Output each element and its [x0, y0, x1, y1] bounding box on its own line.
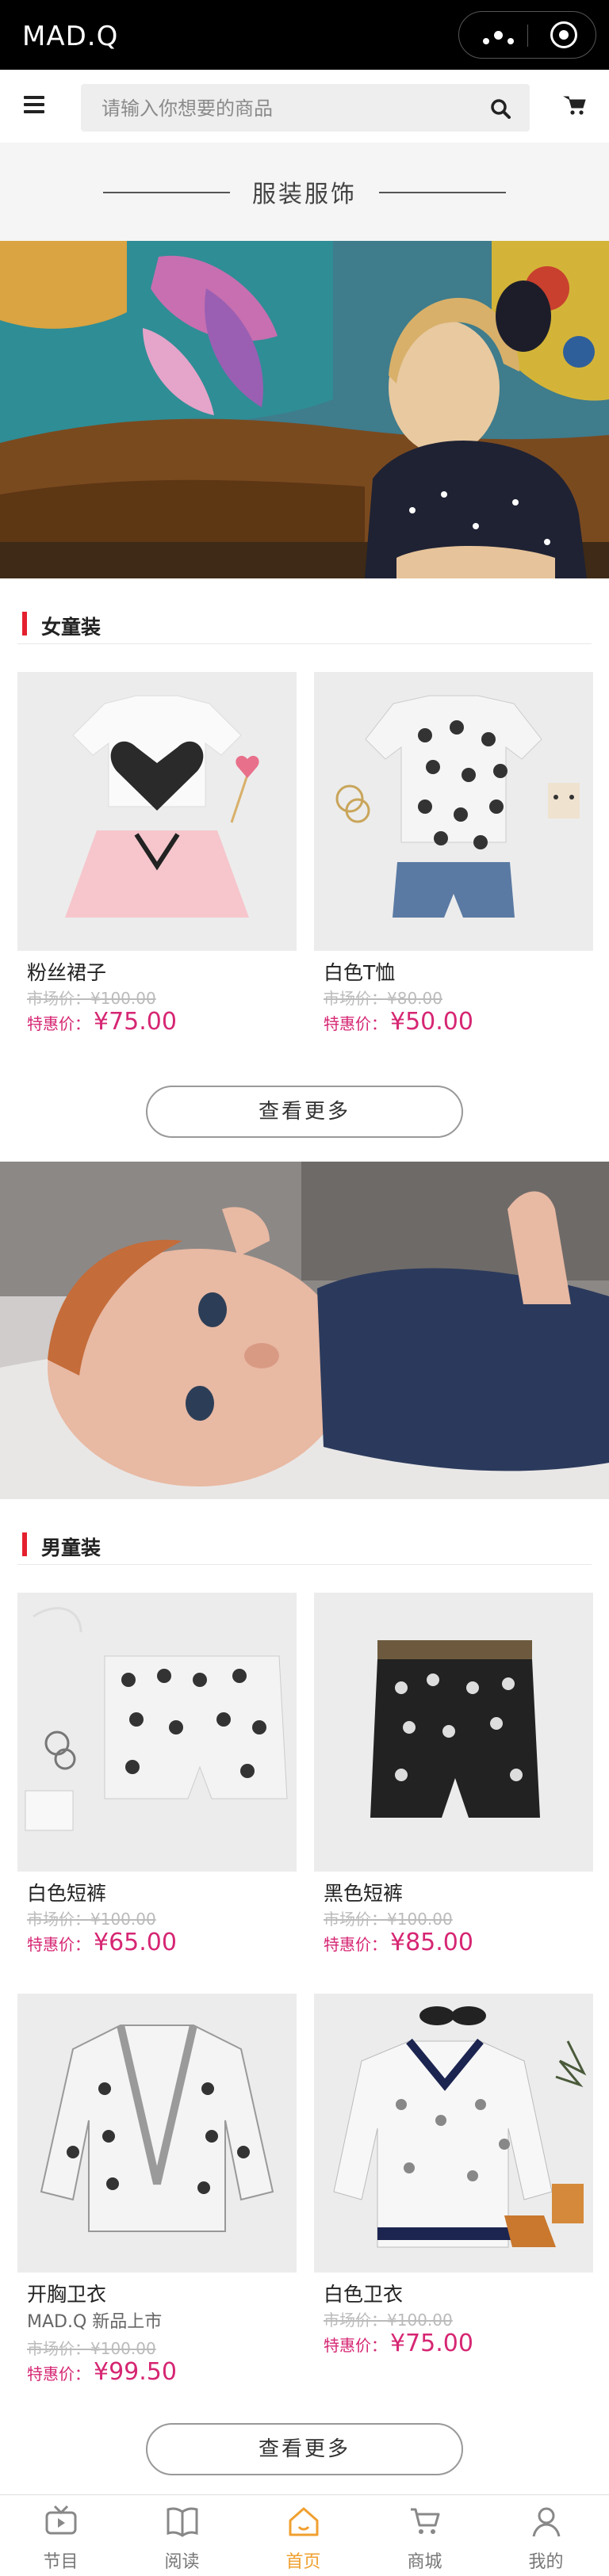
sale-price-label: 特惠价：	[324, 1014, 387, 1033]
banner-boys-image	[0, 1162, 609, 1499]
product-name[interactable]: 开胸卫衣	[27, 2279, 106, 2307]
tv-icon	[45, 2505, 77, 2535]
sale-price-label: 特惠价：	[27, 2364, 90, 2383]
mini-program-capsule	[458, 11, 596, 59]
product-name[interactable]: 白色T恤	[324, 957, 395, 986]
tab-label: 首页	[285, 2552, 321, 2572]
home-icon	[289, 2507, 319, 2536]
tab-label: 阅读	[164, 2552, 200, 2572]
search-input[interactable]	[100, 84, 476, 133]
sale-price: 特惠价： ¥65.00	[27, 1929, 177, 1956]
category-header-girls: 女童装	[17, 601, 592, 644]
tab-label: 商城	[407, 2552, 442, 2572]
sale-price-label: 特惠价：	[324, 2336, 387, 2355]
product-subtitle: MAD.Q 新品上市	[27, 2312, 163, 2332]
cart-icon	[411, 2508, 440, 2534]
sale-price: 特惠价： ¥75.00	[27, 1008, 177, 1036]
product-name[interactable]: 白色短裤	[27, 1878, 106, 1906]
tab-label: 我的	[528, 2552, 564, 2572]
top-bar: MAD.Q	[0, 0, 609, 70]
sale-price-value: ¥75.00	[390, 2330, 473, 2357]
tab-home[interactable]: 首页	[243, 2495, 364, 2576]
category-title: 男童装	[41, 1536, 102, 1559]
product-image[interactable]	[17, 1994, 297, 2273]
sale-price-label: 特惠价：	[324, 1935, 387, 1954]
sale-price: 特惠价： ¥85.00	[324, 1929, 473, 1956]
search-bar	[0, 70, 609, 143]
capsule-divider	[527, 25, 528, 47]
search-icon[interactable]	[490, 98, 511, 119]
market-price: 市场价：¥80.00	[324, 989, 442, 1008]
market-price: 市场价：¥100.00	[27, 1910, 156, 1929]
more-options-icon[interactable]	[483, 31, 519, 48]
banner-boys[interactable]	[0, 1162, 609, 1499]
market-price: 市场价：¥100.00	[324, 1910, 453, 1929]
tab-reading[interactable]: 阅读	[121, 2495, 243, 2576]
market-price: 市场价：¥100.00	[324, 2311, 453, 2330]
sale-price: 特惠价： ¥75.00	[324, 2330, 473, 2357]
product-image[interactable]	[17, 1593, 297, 1872]
sale-price-label: 特惠价：	[27, 1014, 90, 1033]
tab-programs[interactable]: 节目	[0, 2495, 121, 2576]
view-more-girls-button[interactable]: 查看更多	[146, 1086, 463, 1138]
sale-price-value: ¥85.00	[390, 1929, 473, 1956]
user-icon	[532, 2507, 561, 2537]
market-price: 市场价：¥100.00	[27, 989, 156, 1008]
book-icon	[167, 2507, 198, 2537]
search-box[interactable]	[81, 84, 530, 133]
category-accent-bar	[22, 1532, 27, 1556]
product-name[interactable]: 白色卫衣	[324, 2279, 403, 2307]
category-accent-bar	[22, 612, 27, 635]
close-target-icon[interactable]	[550, 21, 577, 48]
sale-price: 特惠价： ¥99.50	[27, 2358, 177, 2386]
sale-price-value: ¥50.00	[390, 1008, 473, 1036]
cart-icon[interactable]	[563, 93, 587, 117]
tab-profile[interactable]: 我的	[485, 2495, 607, 2576]
product-name[interactable]: 黑色短裤	[324, 1878, 403, 1906]
section-header: 服装服饰	[0, 143, 609, 241]
sale-price-value: ¥99.50	[94, 2358, 177, 2386]
product-image[interactable]	[314, 1994, 593, 2273]
bottom-tab-bar: 节目 阅读 首页 商城 我的	[0, 2494, 609, 2576]
divider-right	[379, 192, 506, 193]
sale-price-label: 特惠价：	[27, 1935, 90, 1954]
menu-icon[interactable]	[24, 96, 44, 115]
banner-girls-image	[0, 241, 609, 578]
category-header-boys: 男童装	[17, 1521, 592, 1565]
app-title: MAD.Q	[22, 21, 119, 52]
sale-price: 特惠价： ¥50.00	[324, 1008, 473, 1036]
product-image[interactable]	[17, 672, 297, 951]
product-image[interactable]	[314, 1593, 593, 1872]
sale-price-value: ¥65.00	[94, 1929, 177, 1956]
section-title: 服装服饰	[252, 181, 357, 208]
banner-girls[interactable]	[0, 241, 609, 578]
product-image[interactable]	[314, 672, 593, 951]
tab-label: 节目	[43, 2552, 79, 2572]
product-name[interactable]: 粉丝裙子	[27, 957, 106, 986]
category-title: 女童装	[41, 616, 102, 639]
view-more-boys-button[interactable]: 查看更多	[146, 2423, 463, 2475]
sale-price-value: ¥75.00	[94, 1008, 177, 1036]
tab-shop[interactable]: 商城	[364, 2495, 485, 2576]
market-price: 市场价：¥100.00	[27, 2339, 156, 2358]
